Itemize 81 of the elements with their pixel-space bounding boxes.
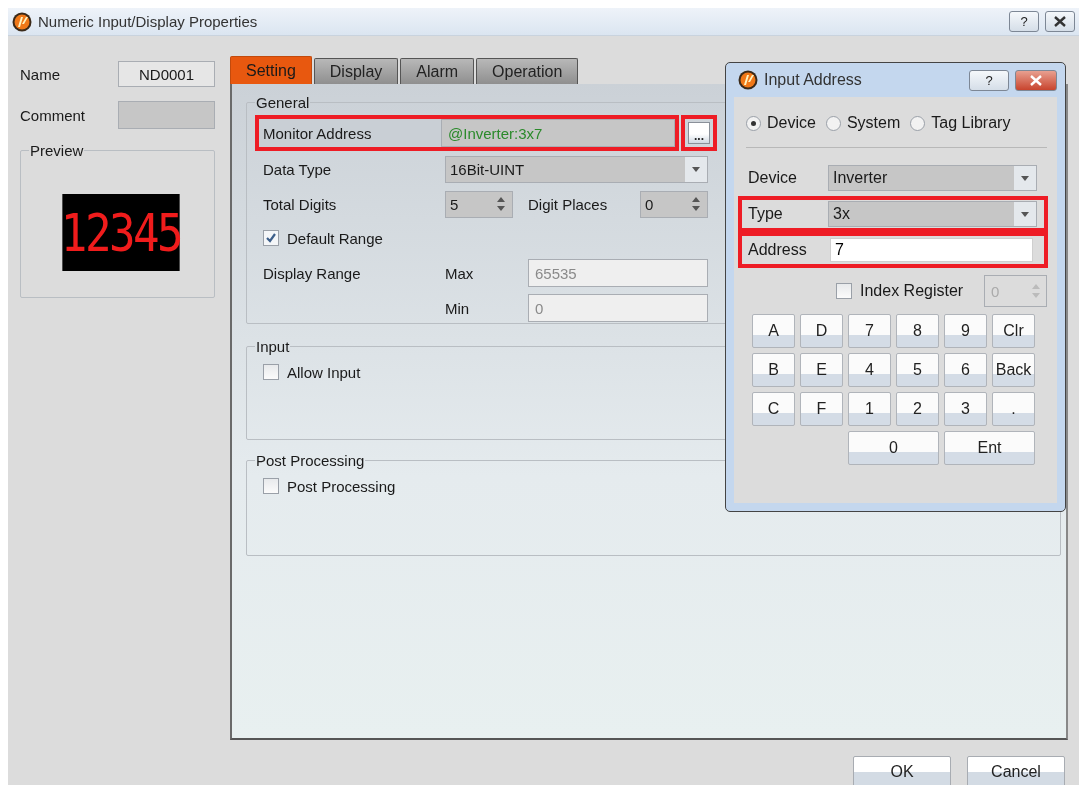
spin-field[interactable]: 5 <box>445 190 513 218</box>
keypad-key[interactable]: F <box>800 392 843 426</box>
keypad-key[interactable]: 9 <box>944 314 987 348</box>
keypad-key[interactable]: 0 <box>848 431 939 465</box>
keypad-key[interactable]: . <box>992 392 1035 426</box>
group-title: Preview <box>29 142 85 159</box>
checkbox[interactable] <box>263 230 279 246</box>
close-icon <box>1054 16 1066 27</box>
checkbox[interactable] <box>836 283 852 299</box>
checkbox-label: Post Processing <box>287 477 396 495</box>
keypad-key[interactable]: 2 <box>896 392 939 426</box>
help-button[interactable]: ? <box>1009 11 1039 32</box>
radio-label: Device <box>767 114 816 132</box>
keypad-key[interactable]: Ent <box>944 431 1035 465</box>
digital-display: 12345 <box>61 194 180 271</box>
name-field[interactable]: ND0001 <box>118 61 215 87</box>
field-label: Device <box>747 169 798 187</box>
keypad-key[interactable]: D <box>800 314 843 348</box>
tab[interactable]: Display <box>313 58 399 84</box>
tab[interactable]: Alarm <box>400 58 475 84</box>
field-label: Min <box>445 299 471 317</box>
spin-arrows-icon <box>497 196 505 212</box>
keypad-key[interactable]: 4 <box>848 353 891 387</box>
field-label: Display Range <box>263 264 362 282</box>
keypad-key[interactable]: 5 <box>896 353 939 387</box>
keypad-key[interactable]: E <box>800 353 843 387</box>
keypad-key[interactable]: 3 <box>944 392 987 426</box>
keypad-key[interactable]: A <box>752 314 795 348</box>
keypad-key[interactable]: Back <box>992 353 1035 387</box>
comment-field[interactable] <box>118 101 215 129</box>
field-label: Name <box>20 65 61 83</box>
dropdown[interactable]: 3x <box>828 201 1037 227</box>
caret-icon <box>1021 175 1029 181</box>
help-button[interactable]: ? <box>969 69 1009 91</box>
field-label: Max <box>445 264 475 282</box>
dropdown[interactable]: Inverter <box>828 165 1037 191</box>
browse-button[interactable]: ... <box>688 122 710 144</box>
keypad-key[interactable]: 8 <box>896 314 939 348</box>
dialog-button[interactable]: OK <box>853 756 951 785</box>
radio-button[interactable] <box>825 115 841 131</box>
radio-label: System <box>846 114 901 132</box>
spin-field[interactable]: 0 <box>640 190 708 218</box>
field-label: Digit Places <box>527 195 609 213</box>
app-logo-icon <box>738 70 758 90</box>
checkbox-label: Allow Input <box>287 363 361 381</box>
field-label: Address <box>747 241 808 259</box>
field-label: Monitor Address <box>259 119 441 147</box>
window-title: Numeric Input/Display Properties <box>38 13 259 30</box>
spin-arrows-icon <box>1032 283 1040 299</box>
radio-button[interactable] <box>910 115 926 131</box>
group-title: General <box>255 94 311 111</box>
keypad-key[interactable]: B <box>752 353 795 387</box>
caret-icon <box>692 166 700 172</box>
checkbox[interactable] <box>263 478 279 494</box>
group-title: Post Processing <box>255 452 366 469</box>
dialog-title: Input Address <box>764 71 863 89</box>
radio-button[interactable] <box>746 115 761 131</box>
close-icon <box>1030 74 1042 86</box>
spin-arrows-icon <box>692 196 700 212</box>
keypad-key[interactable]: 6 <box>944 353 987 387</box>
keypad-key[interactable]: 7 <box>848 314 891 348</box>
field-label: Data Type <box>263 160 333 178</box>
tab[interactable]: Operation <box>476 58 579 84</box>
keypad-key[interactable]: 1 <box>848 392 891 426</box>
tab[interactable]: Setting <box>230 56 312 84</box>
checkbox-label: Default Range <box>287 229 383 247</box>
field-label: Comment <box>20 106 87 124</box>
app-logo-icon <box>12 11 32 32</box>
field-label: Type <box>747 205 784 223</box>
caret-icon <box>1021 211 1029 217</box>
keypad-key[interactable]: Clr <box>992 314 1035 348</box>
keypad-key[interactable]: C <box>752 392 795 426</box>
data-type-dropdown[interactable]: 16Bit-UINT <box>445 155 708 183</box>
field-label: Total Digits <box>263 195 338 213</box>
dialog-button[interactable]: Cancel <box>967 756 1065 785</box>
group-title: Input <box>255 338 291 355</box>
checkbox[interactable] <box>263 364 279 380</box>
checkbox-label: Index Register <box>860 282 965 300</box>
close-button[interactable] <box>1045 11 1075 32</box>
radio-label: Tag Library <box>931 114 1011 132</box>
address-field[interactable]: 7 <box>830 238 1033 262</box>
